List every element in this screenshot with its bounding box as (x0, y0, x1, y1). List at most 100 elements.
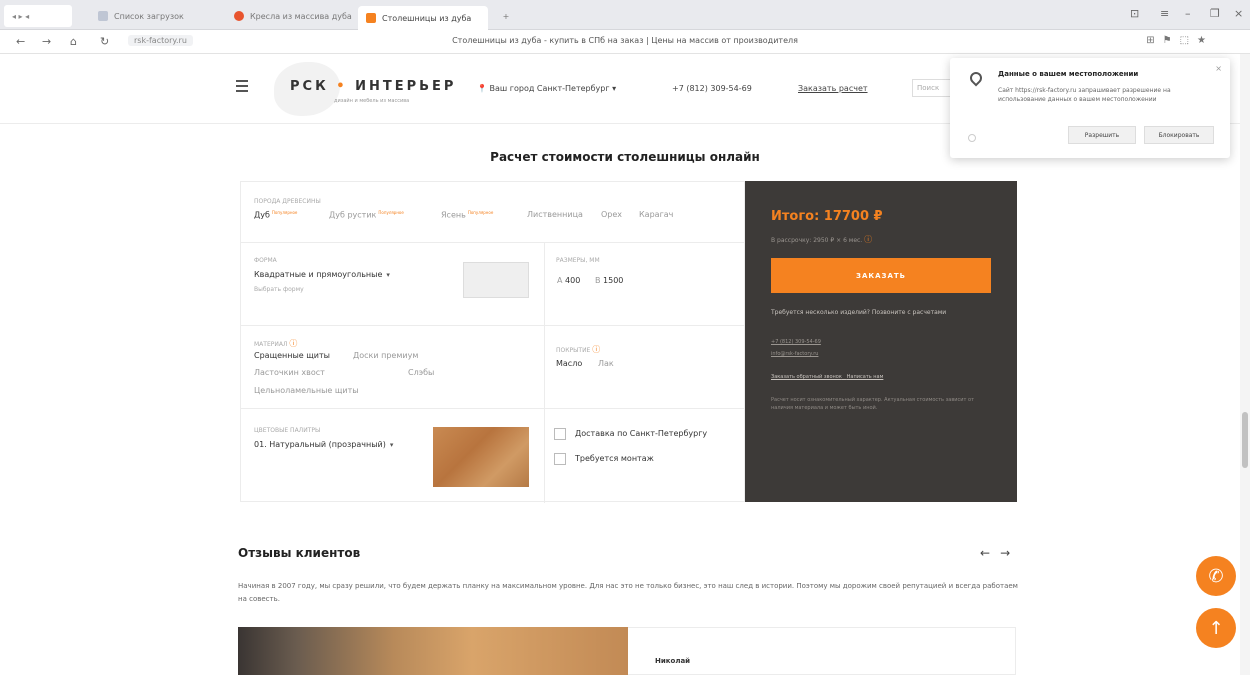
calculator-summary: Итого: 17700 ₽ В рассрочку: 2950 ₽ × 6 м… (745, 181, 1017, 502)
tab-tabletops[interactable]: Столешницы из дуба (358, 6, 488, 30)
total-price: Итого: 17700 ₽ (771, 209, 883, 224)
material-option-slabs[interactable]: Слэбы (408, 368, 434, 377)
size-label: РАЗМЕРЫ, ММ (556, 257, 600, 264)
summary-phone[interactable]: +7 (812) 309-54-69 (771, 339, 821, 345)
wood-label: ПОРОДА ДРЕВЕСИНЫ (254, 198, 321, 205)
material-coating-row: МАТЕРИАЛ ⓘ Сращенные щиты Доски премиум … (241, 326, 746, 409)
site-favicon (234, 11, 244, 21)
shape-select[interactable]: Квадратные и прямоугольные ▾ (254, 270, 390, 279)
scroll-up-button[interactable]: ↑ (1196, 608, 1236, 648)
delivery-checkbox[interactable] (554, 428, 566, 440)
material-option-premium[interactable]: Доски премиум (353, 351, 418, 360)
wood-option-oak[interactable]: Дуб Популярное (254, 210, 297, 220)
toolbar-icons[interactable]: ⊞⚑⬚★ (1146, 35, 1214, 46)
price-disclaimer: Расчет носит ознакомительный характер. А… (771, 397, 974, 411)
prev-arrow-icon[interactable]: ← (980, 546, 1000, 560)
shape-hint: Выбрать форму (254, 286, 304, 293)
browser-tab-bar: ◂ ▸ ◂ Список загрузок Кресла из массива … (0, 0, 1250, 30)
tab-chairs[interactable]: Кресла из массива дуба (226, 5, 352, 27)
page-title-in-bar: Столешницы из дуба - купить в СПб на зак… (452, 36, 798, 45)
tab-downloads[interactable]: Список загрузок (90, 5, 208, 27)
order-calc-link[interactable]: Заказать расчет (798, 84, 868, 93)
block-button[interactable]: Блокировать (1144, 126, 1214, 144)
installment-text: В рассрочку: 2950 ₽ × 6 мес. ⓘ (771, 235, 873, 244)
info-icon: ⓘ (592, 345, 601, 354)
wood-option-walnut[interactable]: Орех (601, 210, 622, 219)
size-length-input[interactable]: A 400 (557, 276, 580, 285)
order-button[interactable]: ЗАКАЗАТЬ (771, 258, 991, 293)
delivery-label[interactable]: Доставка по Санкт-Петербургу (575, 429, 707, 438)
info-icon: ⓘ (864, 235, 873, 244)
site-favicon (366, 13, 376, 23)
menu-burger-icon[interactable] (236, 80, 248, 95)
logo-dot-icon: • (328, 79, 356, 94)
column-divider (544, 243, 545, 503)
finish-select[interactable]: 01. Натуральный (прозрачный) ▾ (254, 440, 393, 449)
call-button[interactable]: ✆ (1196, 556, 1236, 596)
material-option-dovetail[interactable]: Ласточкин хвост (254, 368, 325, 377)
material-label: МАТЕРИАЛ ⓘ (254, 339, 298, 348)
wood-option-rustic[interactable]: Дуб рустик Популярное (329, 210, 404, 220)
reviewer-name: Николай (655, 657, 691, 665)
location-pin-icon (967, 69, 985, 87)
header-phone[interactable]: +7 (812) 309-54-69 (672, 84, 752, 93)
size-width-input[interactable]: B 1500 (595, 276, 623, 285)
scrollbar-thumb[interactable] (1242, 412, 1248, 468)
material-option-glued[interactable]: Сращенные щиты (254, 351, 330, 360)
shape-label: ФОРМА (254, 257, 277, 264)
menu-icon[interactable]: ≡ (1160, 7, 1169, 20)
info-icon: ⓘ (289, 339, 298, 348)
reviews-nav: ←→ (980, 546, 1020, 560)
tab-group[interactable]: ◂ ▸ ◂ (4, 5, 72, 27)
finish-label: ЦВЕТОВЫЕ ПАЛИТРЫ (254, 427, 321, 434)
mounting-checkbox[interactable] (554, 453, 566, 465)
callback-link[interactable]: Заказать обратный звонок (771, 374, 842, 380)
wood-row: ПОРОДА ДРЕВЕСИНЫ Дуб Популярное Дуб русти… (241, 182, 746, 243)
new-tab-button[interactable]: + (494, 5, 518, 27)
chevron-down-icon: ▾ (612, 84, 617, 93)
summary-email[interactable]: info@rsk-factory.ru (771, 351, 818, 357)
phone-icon: ✆ (1208, 565, 1224, 587)
calculator-title: Расчет стоимости столешницы онлайн (490, 150, 760, 164)
mounting-label[interactable]: Требуется монтаж (575, 454, 654, 463)
allow-button[interactable]: Разрешить (1068, 126, 1136, 144)
remember-checkbox[interactable] (968, 134, 976, 142)
wood-option-larch[interactable]: Лиственница (527, 210, 583, 219)
review-photo (238, 627, 628, 675)
shape-preview-image (463, 262, 529, 298)
downloads-icon (98, 11, 108, 21)
coating-option-lacquer[interactable]: Лак (598, 359, 614, 368)
location-pin-icon: 📍 (477, 84, 487, 93)
write-us-link[interactable]: Написать нам (847, 374, 884, 380)
next-arrow-icon[interactable]: → (1000, 546, 1020, 560)
popup-title: Данные о вашем местоположении (998, 70, 1139, 78)
calculator-options: ПОРОДА ДРЕВЕСИНЫ Дуб Популярное Дуб русти… (240, 181, 746, 503)
wood-option-elm[interactable]: Карагач (639, 210, 673, 219)
calculator: ПОРОДА ДРЕВЕСИНЫ Дуб Популярное Дуб русти… (240, 181, 1017, 503)
reviews-description: Начиная в 2007 году, мы сразу решили, чт… (238, 582, 1018, 603)
close-icon[interactable]: × (1234, 7, 1243, 20)
scrollbar[interactable] (1240, 54, 1250, 675)
coating-option-oil[interactable]: Масло (556, 359, 582, 368)
arrow-up-icon: ↑ (1208, 617, 1224, 639)
address-bar: ← → ⌂ ↻ rsk-factory.ru Столешницы из дуб… (0, 30, 1250, 54)
need-more-text: Требуется несколько изделий? Позвоните с… (771, 309, 947, 316)
chevron-down-icon: ▾ (386, 271, 390, 279)
restore-icon[interactable]: ❐ (1210, 7, 1220, 20)
minimize-icon[interactable]: – (1185, 7, 1191, 20)
coating-label: ПОКРЫТИЕ ⓘ (556, 345, 601, 354)
bookmark-icon[interactable]: ⊡ (1130, 7, 1139, 20)
popup-close-icon[interactable]: × (1215, 64, 1222, 73)
logo-subtitle: дизайн и мебель из массива (334, 98, 410, 104)
site-logo[interactable]: РСК • ИНТЕРЬЕР (290, 79, 456, 94)
wood-option-ash[interactable]: Ясень Популярное (441, 210, 493, 220)
search-input[interactable]: Поиск (912, 79, 952, 97)
wood-color-sample (433, 427, 529, 487)
popup-description: Сайт https://rsk-factory.ru запрашивает … (998, 87, 1171, 103)
city-selector[interactable]: 📍 Ваш город Санкт-Петербург ▾ (477, 84, 616, 93)
chevron-down-icon: ▾ (389, 441, 394, 449)
material-option-solid[interactable]: Цельноламельные щиты (254, 386, 359, 395)
summary-links: Заказать обратный звонок Написать нам (771, 374, 883, 380)
location-permission-popup: Данные о вашем местоположении Сайт https… (950, 58, 1230, 158)
reviews-title: Отзывы клиентов (238, 546, 361, 560)
